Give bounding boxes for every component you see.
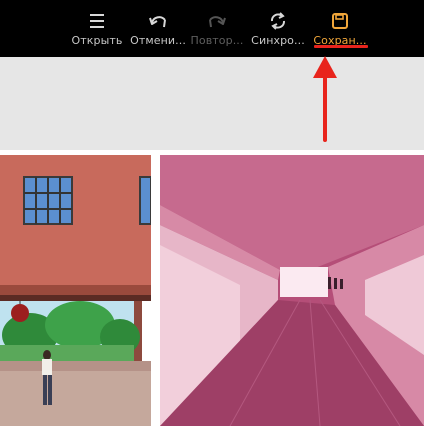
undo-button-label: Отмени... [130, 34, 186, 47]
open-button[interactable]: Открыть [67, 0, 127, 57]
top-toolbar: Открыть Отмени... Повтор... Синхро... Со… [0, 0, 424, 57]
redo-button-label: Повтор... [190, 34, 244, 47]
redo-button[interactable]: Повтор... [187, 0, 247, 57]
street-building-image [0, 155, 151, 426]
undo-icon [149, 16, 166, 28]
pink-underpass-image [160, 155, 424, 426]
grey-banner-area [0, 57, 424, 150]
street-building-photo[interactable] [0, 155, 151, 426]
app-window: Открыть Отмени... Повтор... Синхро... Со… [0, 0, 424, 432]
sync-button[interactable]: Синхро... [248, 0, 308, 57]
save-button[interactable]: Сохран... [310, 0, 370, 57]
menu-icon [90, 14, 104, 28]
undo-button[interactable]: Отмени... [128, 0, 188, 57]
open-button-label: Открыть [71, 34, 123, 47]
sync-button-label: Синхро... [251, 34, 305, 47]
save-icon [332, 13, 348, 29]
sync-icon [271, 12, 285, 30]
red-arrow-annotation [313, 56, 337, 142]
pink-underpass-photo[interactable] [160, 155, 424, 426]
save-underline-annotation [314, 45, 368, 48]
redo-icon [209, 16, 226, 28]
